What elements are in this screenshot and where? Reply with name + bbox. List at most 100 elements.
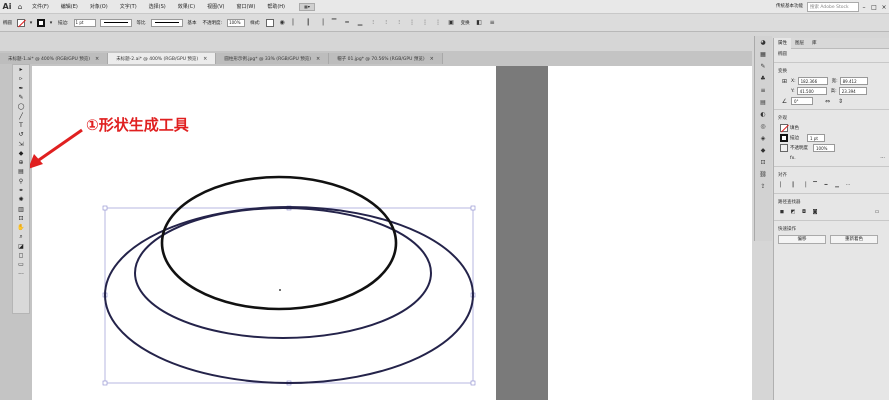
stroke-row: 描边 1 pt xyxy=(774,133,889,143)
type-icon[interactable]: T xyxy=(13,121,29,130)
scale-icon[interactable]: ⇲ xyxy=(13,139,29,148)
opacity-icon xyxy=(780,144,788,152)
y-input[interactable]: 41.500 xyxy=(796,87,827,95)
blend-icon[interactable]: ⚭ xyxy=(13,186,29,195)
more-tools-icon[interactable]: ··· xyxy=(13,270,29,279)
panel-tabs: 属性 图层 库 xyxy=(774,37,889,49)
graph-icon[interactable]: ▥ xyxy=(13,204,29,213)
fill-label: 填色 xyxy=(790,126,799,131)
bbox-handle[interactable] xyxy=(102,205,108,211)
brush-icon[interactable]: ✎ xyxy=(13,93,29,102)
recolor-button[interactable]: 重新着色 xyxy=(830,234,878,244)
constrain-icon[interactable] xyxy=(780,87,789,96)
tab-properties[interactable]: 属性 xyxy=(774,37,791,49)
tab-layers[interactable]: 图层 xyxy=(791,40,808,46)
rotate-icon[interactable]: ↺ xyxy=(13,130,29,139)
links-icon[interactable]: ⛓ xyxy=(755,168,771,180)
minus-front-icon[interactable]: ◩ xyxy=(789,208,797,216)
quick-actions-title: 快速操作 xyxy=(778,227,796,232)
rotate-angle-icon: ∠ xyxy=(781,97,788,105)
direct-select-icon[interactable]: ▹ xyxy=(13,74,29,83)
selected-object-type: 椭圆 xyxy=(778,52,787,57)
bbox-handle[interactable] xyxy=(102,380,108,386)
expand-button[interactable]: ▭ xyxy=(869,208,885,216)
unite-icon[interactable]: ◼ xyxy=(778,208,786,216)
eraser-icon[interactable]: ◆ xyxy=(13,149,29,158)
offset-path-button[interactable]: 偏移 xyxy=(778,234,826,244)
angle-input[interactable]: 0° xyxy=(791,97,813,105)
appearance-icon[interactable]: ◎ xyxy=(755,120,771,132)
tools-panel: ▸ ▹ ✒ ✎ ◯ ╱ T ↺ ⇲ ◆ ⊕ ▤ ⚲ ⚭ ✺ ▥ ⊡ ✋ ⌕ ◪ … xyxy=(12,64,30,314)
transparency-icon[interactable]: ◐ xyxy=(755,108,771,120)
line-icon[interactable]: ╱ xyxy=(13,111,29,120)
flip-vertical-icon[interactable]: ⇕ xyxy=(836,97,845,106)
x-label: X: xyxy=(791,78,796,84)
gradient-panel-icon[interactable]: ▤ xyxy=(755,96,771,108)
hat-brim-ellipse[interactable] xyxy=(104,206,474,384)
reference-point-icon[interactable]: ⊞ xyxy=(780,77,789,86)
intersect-icon[interactable]: ◘ xyxy=(800,208,808,216)
align-hcenter-icon[interactable]: ┃ xyxy=(789,181,797,189)
stroke-swatch[interactable] xyxy=(780,134,788,142)
h-label: 高: xyxy=(830,89,837,94)
flip-horizontal-icon[interactable]: ⇔ xyxy=(823,97,832,106)
pathfinder-buttons: ◼ ◩ ◘ ◙ ▭ xyxy=(774,207,889,217)
stroke-weight-input[interactable]: 1 pt xyxy=(807,134,825,142)
tab-libraries[interactable]: 库 xyxy=(808,40,821,46)
align-buttons: ▏ ┃ ▕ ▔ ━ ▁ ··· xyxy=(774,180,889,190)
ellipse-icon[interactable]: ◯ xyxy=(13,102,29,111)
align-right-icon[interactable]: ▕ xyxy=(800,181,808,189)
opacity-label[interactable]: 不透明度 xyxy=(790,145,808,151)
selection-icon[interactable]: ▸ xyxy=(13,65,29,74)
align-top-icon[interactable]: ▔ xyxy=(811,181,819,189)
brushes-icon[interactable]: ✎ xyxy=(755,60,771,72)
gradient-icon[interactable]: ▤ xyxy=(13,167,29,176)
pen-icon[interactable]: ✒ xyxy=(13,84,29,93)
fx-row: fx. ··· xyxy=(774,153,889,163)
pathfinder-section-title: 路径查找器 xyxy=(778,200,801,205)
symbol-icon[interactable]: ✺ xyxy=(13,195,29,204)
color-icon[interactable]: ◕ xyxy=(755,36,771,48)
stroke-label[interactable]: 描边 xyxy=(790,135,799,141)
exclude-icon[interactable]: ◙ xyxy=(811,208,819,216)
color-mode-icon[interactable]: ◻ xyxy=(13,251,29,260)
opacity-input[interactable]: 100% xyxy=(813,144,835,152)
zoom-icon[interactable]: ⌕ xyxy=(13,232,29,241)
height-input[interactable]: 23.394 xyxy=(838,87,867,95)
asset-export-icon[interactable]: ⇪ xyxy=(755,180,771,192)
graphic-styles-icon[interactable]: ◈ xyxy=(755,132,771,144)
transform-row-2: Y: 41.500 高: 23.394 xyxy=(774,86,889,96)
symbols-icon[interactable]: ♣ xyxy=(755,72,771,84)
artboard-icon[interactable]: ⊡ xyxy=(13,214,29,223)
layers-icon[interactable]: ◆ xyxy=(755,144,771,156)
align-bottom-icon[interactable]: ▁ xyxy=(833,181,841,189)
annotation-label: ①形状生成工具 xyxy=(86,116,189,134)
hat-crown-ellipse[interactable] xyxy=(160,175,398,311)
hand-icon[interactable]: ✋ xyxy=(13,223,29,232)
w-label: 宽: xyxy=(831,79,838,84)
swatches-icon[interactable]: ▦ xyxy=(755,48,771,60)
fill-swatch[interactable] xyxy=(780,124,788,132)
center-point xyxy=(279,289,281,291)
appearance-section-title: 外观 xyxy=(778,116,787,121)
fill-stroke-icon[interactable]: ◪ xyxy=(13,242,29,251)
bbox-handle[interactable] xyxy=(470,380,476,386)
artboards-panel-icon[interactable]: ⊡ xyxy=(755,156,771,168)
shape-builder-icon[interactable]: ⊕ xyxy=(13,158,29,167)
align-vcenter-icon[interactable]: ━ xyxy=(822,181,830,189)
hat-band-ellipse[interactable] xyxy=(134,207,432,339)
width-input[interactable]: 89.412 xyxy=(839,77,868,85)
more-options-icon[interactable]: ··· xyxy=(880,155,885,161)
align-left-icon[interactable]: ▏ xyxy=(778,181,786,189)
transform-section-title: 变换 xyxy=(778,69,787,74)
x-input[interactable]: 182.366 xyxy=(797,77,828,85)
stroke-icon[interactable]: ≡ xyxy=(755,84,771,96)
annotation-arrow xyxy=(35,128,83,164)
screen-mode-icon[interactable]: ▭ xyxy=(13,260,29,269)
fill-row: 填色 xyxy=(774,123,889,133)
fx-button[interactable]: fx. xyxy=(790,156,796,161)
more-align-icon[interactable]: ··· xyxy=(844,181,852,189)
annotation-arrow-head xyxy=(28,154,43,169)
eyedropper-icon[interactable]: ⚲ xyxy=(13,177,29,186)
bbox-handle[interactable] xyxy=(470,205,476,211)
